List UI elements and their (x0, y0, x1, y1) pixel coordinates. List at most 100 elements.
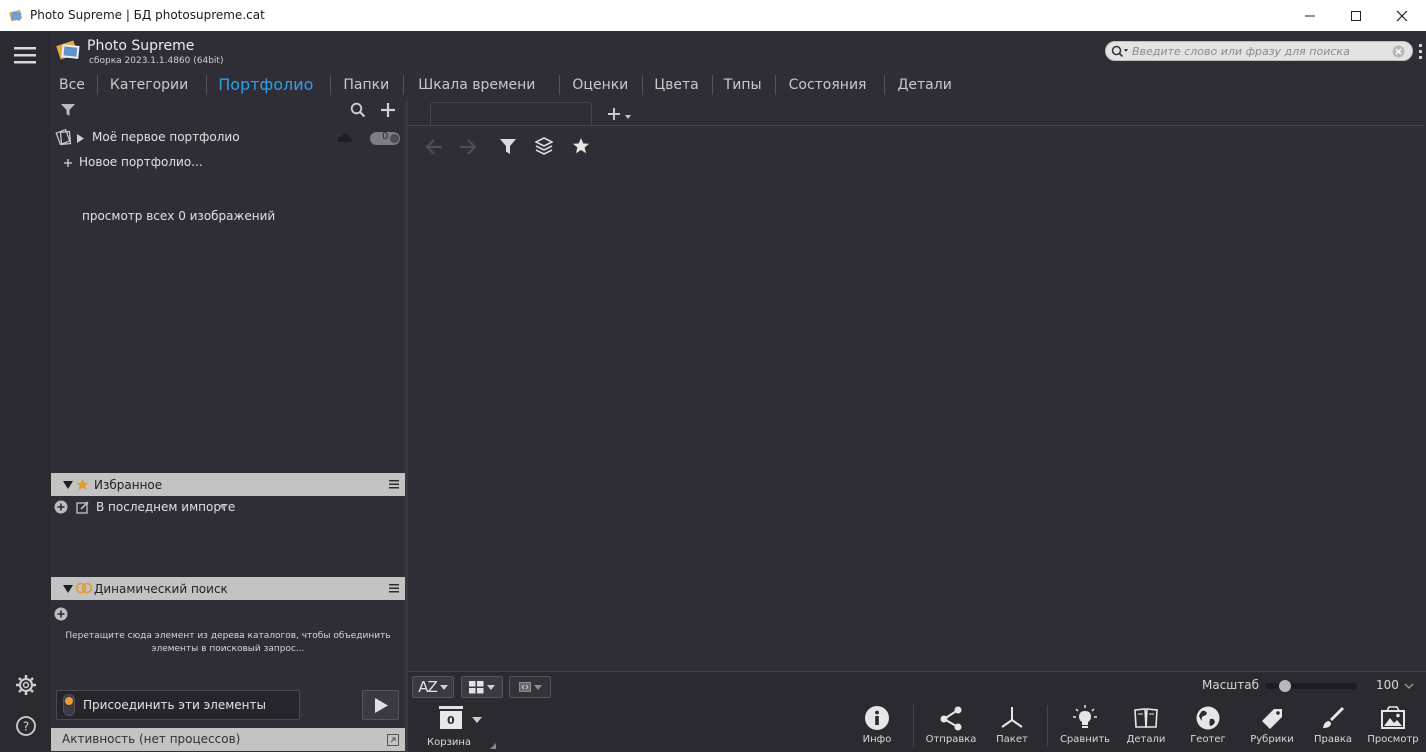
forward-arrow-icon[interactable] (458, 138, 478, 156)
favorite-star-icon[interactable] (572, 137, 590, 155)
info-label: Инфо (862, 734, 892, 745)
action-divider (913, 705, 914, 747)
edit-icon[interactable] (76, 501, 89, 514)
favorites-header[interactable]: Избранное (51, 473, 405, 496)
edit-label: Правка (1313, 734, 1353, 745)
app-header: Photo Supreme сборка 2023.1.1.4860 (64bi… (51, 31, 1426, 101)
activity-label: Активность (нет процессов) (62, 732, 241, 746)
tab-colors[interactable]: Цвета (643, 75, 713, 95)
expand-activity-icon[interactable] (387, 734, 399, 746)
scale-slider-thumb[interactable] (1279, 680, 1291, 692)
view-filter-icon[interactable] (499, 138, 517, 155)
send-label: Отправка (925, 734, 977, 745)
globe-icon (1196, 706, 1220, 730)
rubrics-button[interactable]: Рубрики (1243, 705, 1301, 750)
tab-portfolio[interactable]: Портфолио (207, 75, 332, 95)
new-portfolio-label: Новое портфолио... (79, 155, 203, 169)
hamburger-menu-icon[interactable] (14, 45, 38, 65)
favorites-title: Избранное (94, 478, 163, 492)
view-all-images-link[interactable]: просмотр всех 0 изображений (82, 209, 275, 223)
preview-button[interactable]: Просмотр (1364, 705, 1422, 750)
add-favorite-icon[interactable] (54, 500, 68, 514)
details-button[interactable]: Детали (1117, 705, 1175, 750)
dynamic-search-icon (76, 582, 92, 594)
basket-button[interactable]: 0 Корзина (426, 705, 482, 751)
add-dynamic-search-icon[interactable] (54, 607, 68, 621)
basket-count: 0 (447, 714, 455, 727)
dynamic-search-menu-icon[interactable] (389, 584, 399, 593)
view-options-bar: AZ Масштаб 100 (408, 671, 1426, 701)
batch-button[interactable]: Пакет (983, 705, 1041, 750)
compare-label: Сравнить (1059, 734, 1111, 745)
send-button[interactable]: Отправка (922, 705, 980, 750)
view-mode-button[interactable] (509, 676, 551, 698)
geotag-button[interactable]: Геотег (1179, 705, 1237, 750)
sort-button[interactable]: AZ (412, 676, 454, 698)
activity-bar[interactable]: Активность (нет процессов) (51, 728, 405, 751)
scale-dropdown-icon[interactable] (1404, 683, 1414, 690)
new-portfolio-plus-icon (64, 159, 72, 167)
portfolio-count-badge: 0 (370, 131, 400, 145)
thumbnail-area (408, 101, 1426, 671)
tab-ratings[interactable]: Оценки (560, 75, 644, 95)
tag-icon (1262, 709, 1282, 729)
favorites-item-label: В последнем импорте (96, 500, 236, 514)
favorites-menu-icon[interactable] (389, 480, 399, 489)
action-bar: 0 Корзина Инфо Отправка Пакет Сравнить Д… (408, 701, 1426, 752)
add-view-tab-button[interactable] (607, 106, 637, 125)
tab-all[interactable]: Все (51, 75, 98, 95)
join-elements-label: Присоединить эти элементы (83, 698, 266, 712)
maximize-button[interactable] (1333, 0, 1379, 31)
settings-gear-icon[interactable] (15, 674, 37, 696)
help-icon[interactable]: ? (15, 715, 37, 737)
tree-search-icon[interactable] (350, 102, 366, 118)
svg-text:?: ? (23, 720, 29, 734)
minimize-button[interactable] (1287, 0, 1333, 31)
compare-button[interactable]: Сравнить (1056, 705, 1114, 750)
tab-folders[interactable]: Папки (331, 75, 405, 95)
share-icon (940, 706, 962, 731)
add-tab-plus-icon (608, 108, 631, 120)
preview-label: Просмотр (1367, 734, 1419, 745)
tab-details[interactable]: Детали (885, 75, 963, 95)
run-join-button[interactable] (362, 690, 399, 720)
search-input[interactable] (1132, 44, 1382, 59)
tab-types[interactable]: Типы (713, 75, 776, 95)
favorites-item-last-import[interactable]: В последнем импорте (51, 499, 405, 517)
search-box[interactable] (1105, 41, 1413, 61)
dropdown-arrow-icon (219, 505, 227, 510)
collapse-arrow-icon (63, 481, 73, 489)
portfolio-icon (55, 129, 72, 146)
edit-button[interactable]: Правка (1304, 705, 1362, 750)
preview-image-icon (1381, 706, 1405, 729)
play-icon (375, 698, 388, 713)
add-icon[interactable] (379, 101, 397, 119)
expand-arrow-icon[interactable] (77, 134, 85, 143)
maximize-icon (1351, 10, 1361, 21)
rubrics-label: Рубрики (1250, 734, 1294, 745)
scale-slider[interactable] (1265, 678, 1357, 694)
tab-categories[interactable]: Категории (98, 75, 208, 95)
stack-layers-icon[interactable] (535, 137, 553, 155)
header-menu-icon[interactable] (1417, 44, 1425, 60)
left-rail: ? (0, 31, 51, 752)
layout-button[interactable] (461, 676, 503, 698)
view-tab[interactable] (430, 102, 592, 126)
tab-timeline[interactable]: Шкала времени (404, 75, 561, 95)
close-button[interactable] (1379, 0, 1425, 31)
tab-states[interactable]: Состояния (776, 75, 886, 95)
filter-icon[interactable] (60, 103, 76, 117)
back-arrow-icon[interactable] (424, 138, 444, 156)
tab-strip-divider (408, 125, 1424, 126)
tree-row-portfolio[interactable]: Моё первое портфолио 0 (51, 128, 405, 148)
new-portfolio-row[interactable]: Новое портфолио... (51, 154, 251, 172)
info-button[interactable]: Инфо (848, 705, 906, 750)
brand-build: сборка 2023.1.1.4860 (64bit) (89, 56, 224, 66)
join-elements-button[interactable]: Присоединить эти элементы (56, 690, 300, 720)
geotag-label: Геотег (1190, 734, 1226, 745)
basket-dropdown-icon[interactable] (472, 717, 482, 723)
action-divider (1047, 705, 1048, 747)
clear-search-icon[interactable] (1392, 45, 1405, 58)
catalog-panel: Моё первое портфолио 0 Новое портфолио..… (51, 101, 405, 752)
dynamic-search-header[interactable]: Динамический поиск (51, 577, 405, 600)
